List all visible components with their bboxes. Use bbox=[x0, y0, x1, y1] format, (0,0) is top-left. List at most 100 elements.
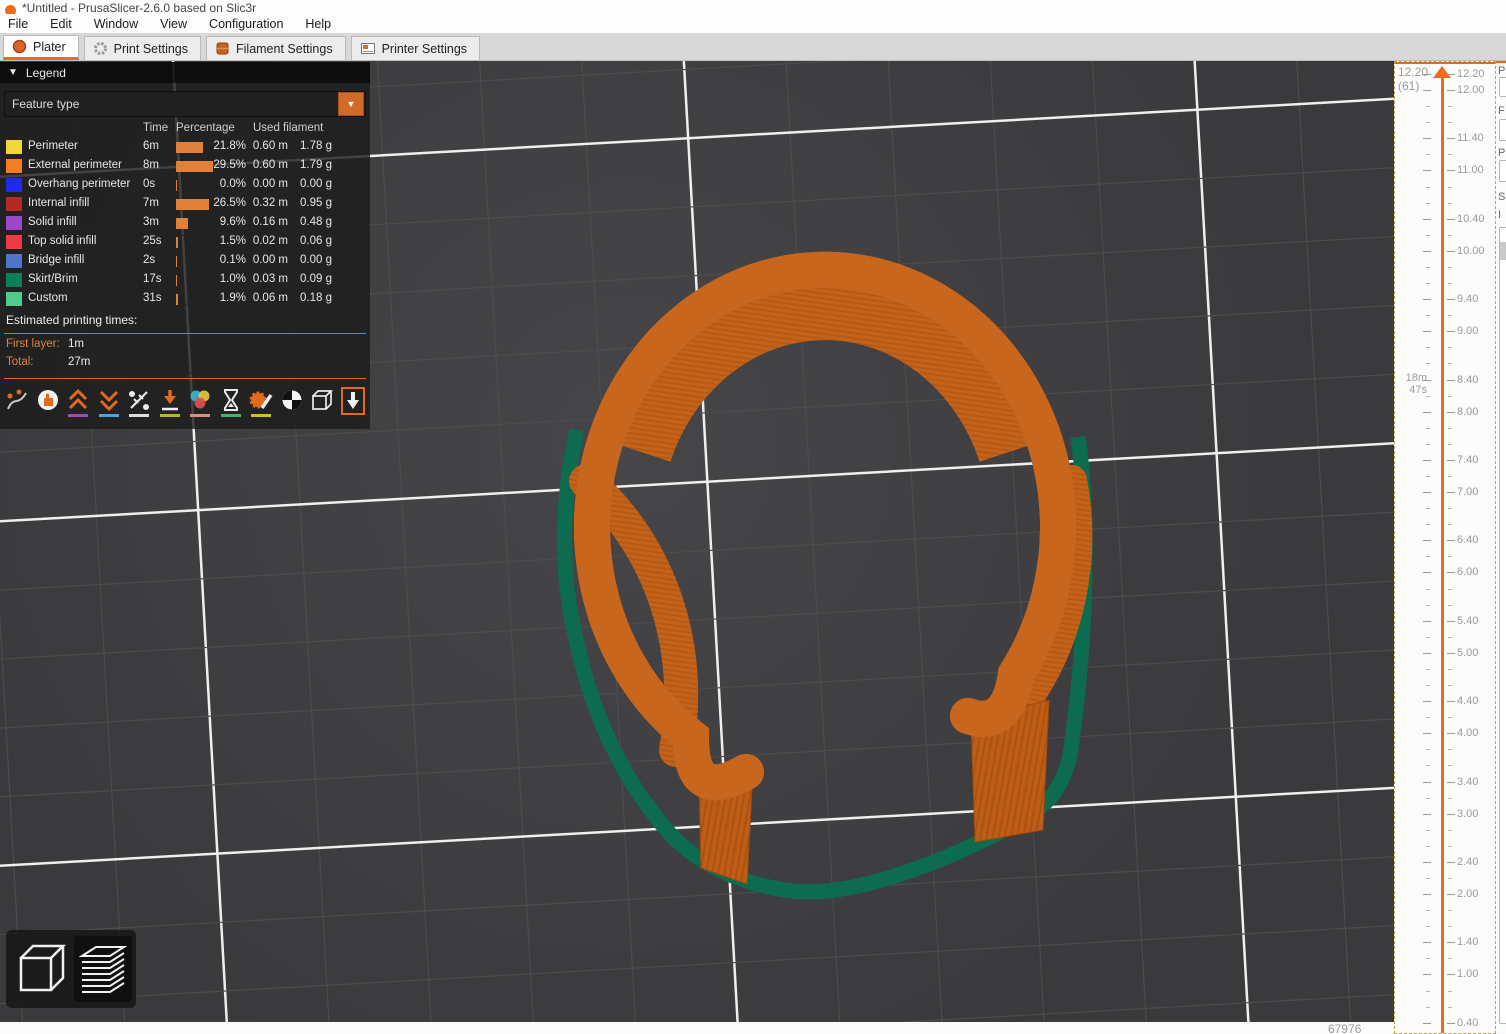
slider-tick bbox=[1423, 733, 1431, 735]
slider-tick bbox=[1448, 636, 1452, 638]
shells-icon[interactable] bbox=[309, 387, 335, 417]
slider-tick bbox=[1448, 315, 1452, 317]
titlebar: *Untitled - PrusaSlicer-2.6.0 based on S… bbox=[0, 0, 1506, 16]
slider-tick-label: 11.00 bbox=[1457, 164, 1484, 177]
view-3d-button[interactable] bbox=[12, 936, 70, 1002]
slider-tick bbox=[1448, 234, 1452, 236]
feature-meters: 0.16 m bbox=[252, 216, 288, 228]
slider-tick bbox=[1448, 106, 1452, 108]
menu-view[interactable]: View bbox=[160, 17, 187, 31]
slider-tick bbox=[1426, 749, 1430, 751]
tab-plater[interactable]: Plater bbox=[3, 35, 79, 60]
layer-slider-thumb[interactable] bbox=[1433, 66, 1451, 78]
view-preview-button[interactable] bbox=[74, 936, 132, 1002]
slider-tick-label: 7.40 bbox=[1457, 453, 1479, 466]
feature-label: Solid infill bbox=[28, 216, 77, 228]
viewport-3d[interactable]: ▼ Legend Feature type ▼ Time Percentage … bbox=[0, 61, 1394, 1022]
tab-filament-settings[interactable]: Filament Settings bbox=[206, 36, 346, 60]
feature-meters: 0.00 m bbox=[252, 178, 288, 190]
slider-tick bbox=[1423, 299, 1431, 301]
clipped-text-fragment: F bbox=[1498, 105, 1505, 117]
tabbar: Plater Print Settings Filament Settings … bbox=[0, 33, 1506, 61]
percentage-bar bbox=[176, 237, 178, 248]
slider-tick-label: 3.40 bbox=[1457, 775, 1479, 788]
slider-tick bbox=[1448, 926, 1452, 928]
color-changes-icon[interactable] bbox=[187, 387, 213, 417]
move-slider-track[interactable]: 67976 bbox=[0, 1022, 1394, 1034]
travels-icon[interactable] bbox=[4, 387, 30, 417]
slider-tick bbox=[1448, 508, 1452, 510]
dropdown-arrow-icon[interactable]: ▼ bbox=[338, 92, 364, 116]
slider-tick-label: 10.00 bbox=[1457, 244, 1485, 257]
slider-tick bbox=[1448, 443, 1452, 445]
slider-tick bbox=[1448, 154, 1452, 156]
custom-gcode-icon[interactable] bbox=[248, 387, 274, 417]
slider-tick-label: 3.00 bbox=[1457, 807, 1479, 820]
slider-tick bbox=[1426, 234, 1430, 236]
slider-tick bbox=[1426, 363, 1430, 365]
slider-tick bbox=[1447, 781, 1455, 783]
percentage-bar bbox=[176, 294, 179, 305]
slider-tick bbox=[1448, 685, 1452, 687]
menu-edit[interactable]: Edit bbox=[50, 17, 72, 31]
menu-file[interactable]: File bbox=[8, 17, 28, 31]
slider-tick bbox=[1426, 668, 1430, 670]
pause-prints-icon[interactable] bbox=[218, 387, 244, 417]
slider-tick bbox=[1426, 1006, 1430, 1008]
slider-tick bbox=[1447, 299, 1455, 301]
feature-time: 17s bbox=[143, 273, 162, 285]
menu-configuration[interactable]: Configuration bbox=[209, 17, 283, 31]
feature-time: 31s bbox=[143, 292, 162, 304]
clipped-field-fragment bbox=[1499, 160, 1506, 182]
feature-percentage: 0.1% bbox=[219, 254, 246, 266]
slider-tick-label: 12.20 bbox=[1457, 68, 1485, 80]
total-label: Total: bbox=[6, 356, 34, 368]
feature-label: Top solid infill bbox=[28, 235, 97, 247]
legend-row: Solid infill 3m 9.6% 0.16 m 0.48 g bbox=[0, 214, 370, 233]
percentage-bar bbox=[176, 218, 188, 229]
clipped-field-fragment bbox=[1499, 119, 1506, 141]
feature-grams: 1.78 g bbox=[300, 140, 332, 152]
tab-print-settings[interactable]: Print Settings bbox=[83, 36, 201, 60]
plater-icon bbox=[12, 39, 27, 54]
tab-printer-settings[interactable]: Printer Settings bbox=[350, 36, 481, 60]
view-type-dropdown[interactable]: Feature type ▼ bbox=[4, 91, 366, 117]
feature-meters: 0.06 m bbox=[252, 292, 288, 304]
slider-tick bbox=[1426, 636, 1430, 638]
slider-tick bbox=[1426, 588, 1430, 590]
legend-header[interactable]: ▼ Legend bbox=[0, 62, 370, 83]
feature-color-swatch bbox=[6, 140, 22, 154]
menu-window[interactable]: Window bbox=[94, 17, 138, 31]
menu-help[interactable]: Help bbox=[305, 17, 331, 31]
slider-tick bbox=[1423, 74, 1431, 75]
wipe-icon[interactable] bbox=[35, 387, 61, 417]
tool-changes-icon[interactable] bbox=[157, 387, 183, 417]
slider-tick bbox=[1426, 202, 1430, 204]
sidebar-clipped-edge: P F P SI bbox=[1496, 61, 1506, 1034]
feature-color-swatch bbox=[6, 159, 22, 173]
feature-percentage: 1.5% bbox=[219, 235, 246, 247]
seams-icon[interactable] bbox=[126, 387, 152, 417]
slider-tick bbox=[1426, 958, 1430, 960]
feature-label: Skirt/Brim bbox=[28, 273, 78, 285]
legend-row: Skirt/Brim 17s 1.0% 0.03 m 0.09 g bbox=[0, 271, 370, 290]
retractions-icon[interactable] bbox=[96, 387, 122, 417]
slider-tick bbox=[1447, 1022, 1455, 1024]
legend-toggle-icon[interactable] bbox=[340, 387, 366, 417]
slider-tick bbox=[1426, 443, 1430, 445]
slider-tick bbox=[1448, 347, 1452, 349]
slider-tick-label: 2.00 bbox=[1457, 888, 1479, 901]
slider-tick bbox=[1447, 331, 1455, 333]
slider-tick bbox=[1423, 492, 1431, 494]
slider-tick bbox=[1447, 701, 1455, 703]
center-of-mass-icon[interactable] bbox=[279, 387, 305, 417]
gear-icon bbox=[93, 42, 107, 55]
slider-tick bbox=[1447, 813, 1455, 815]
feature-percentage: 21.8% bbox=[213, 140, 246, 152]
percentage-bar bbox=[176, 275, 178, 286]
deretractions-icon[interactable] bbox=[65, 387, 91, 417]
slider-tick bbox=[1426, 990, 1430, 992]
slider-tick bbox=[1448, 668, 1452, 670]
layer-slider-track[interactable] bbox=[1441, 70, 1444, 1033]
slider-tick-label: 8.40 bbox=[1457, 373, 1479, 386]
